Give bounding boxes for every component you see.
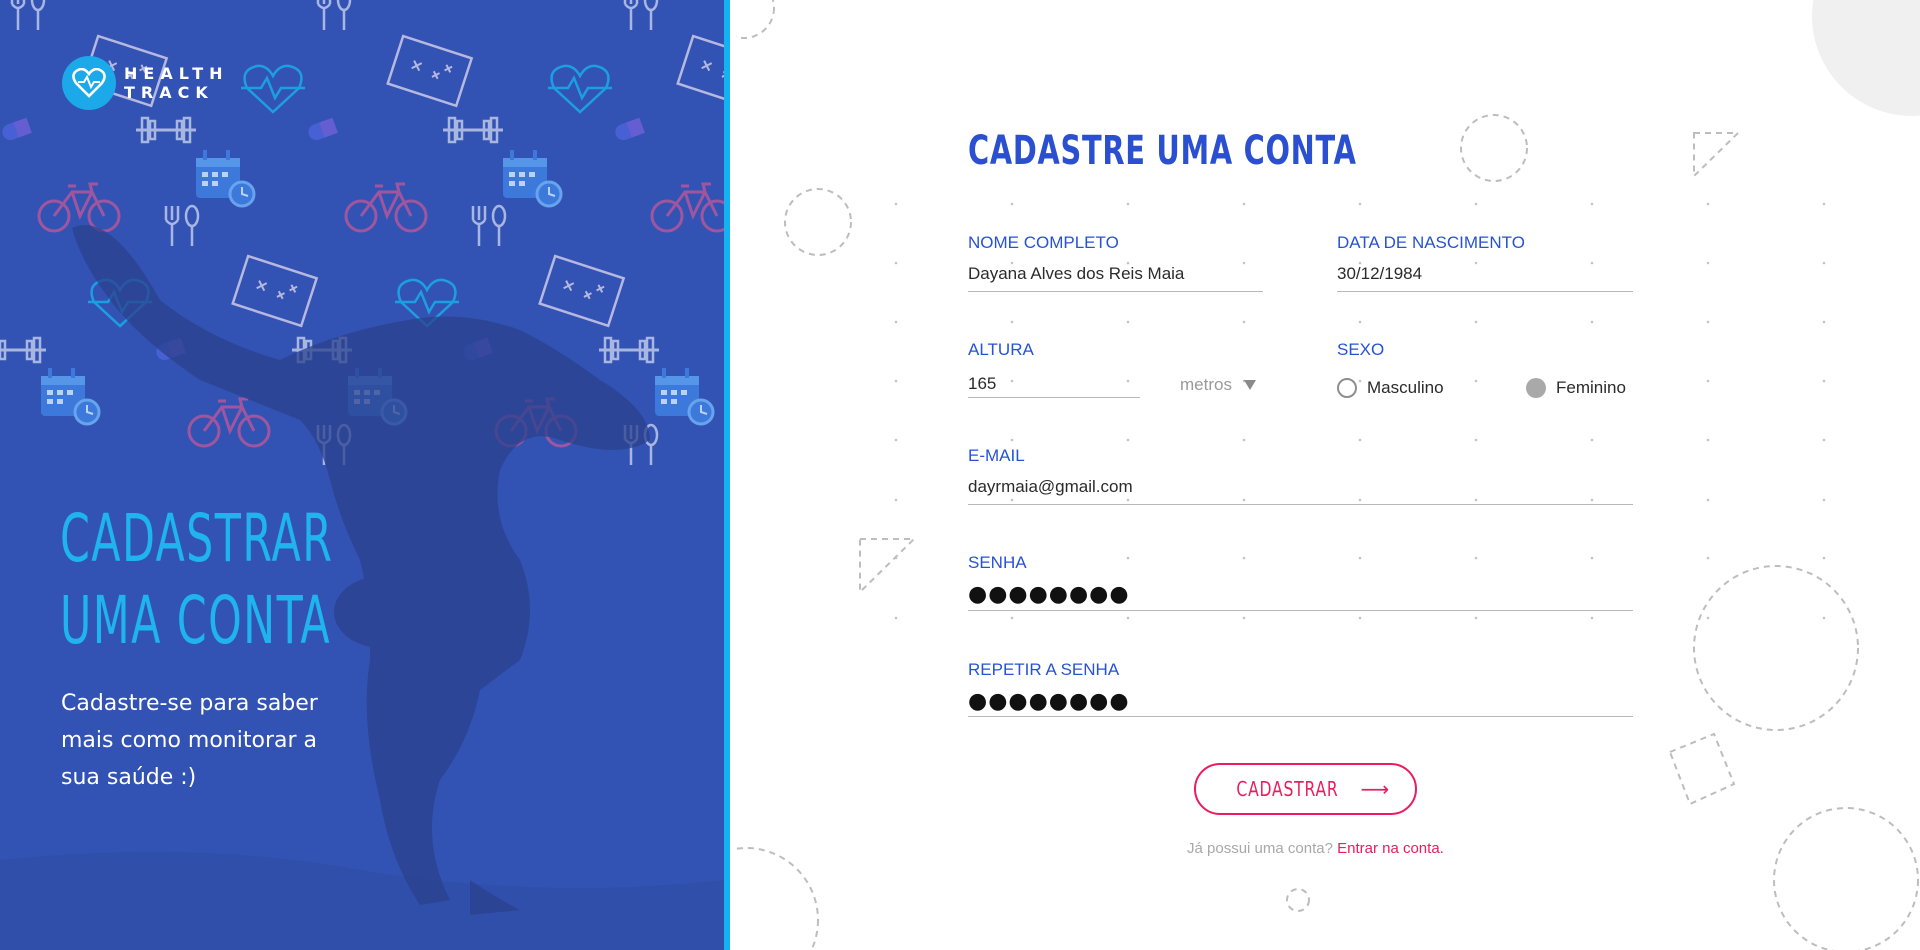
- birth-date-label: DATA DE NASCIMENTO: [1337, 233, 1525, 252]
- password-input[interactable]: ●●●●●●●●: [968, 582, 1130, 607]
- hero-subtitle: Cadastre-se para saber mais como monitor…: [61, 691, 318, 790]
- email-input[interactable]: dayrmaia@gmail.com: [968, 477, 1133, 497]
- birth-date-underline: [1337, 291, 1633, 292]
- brand-line-2: TRACK: [124, 83, 214, 102]
- repeat-password-underline: [968, 716, 1633, 717]
- panel-divider-stripe: [724, 0, 730, 950]
- login-prompt-text: Já possui uma conta?: [1187, 840, 1333, 857]
- register-button-label: CADASTRAR: [1236, 777, 1339, 801]
- sex-option-label: Masculino: [1367, 378, 1444, 397]
- sex-label: SEXO: [1337, 340, 1385, 359]
- brand-name: HEALTH TRACK: [124, 64, 229, 102]
- brand-line-1: HEALTH: [124, 64, 229, 83]
- height-label: ALTURA: [968, 340, 1034, 359]
- birth-date-input[interactable]: 30/12/1984: [1337, 264, 1422, 284]
- register-button[interactable]: CADASTRAR ⟶: [1194, 763, 1417, 815]
- login-link[interactable]: Entrar na conta.: [1337, 840, 1444, 857]
- repeat-password-input[interactable]: ●●●●●●●●: [968, 689, 1130, 714]
- password-underline: [968, 610, 1633, 611]
- login-prompt: Já possui uma conta? Entrar na conta.: [1187, 840, 1444, 857]
- heart-pulse-icon: [62, 56, 116, 110]
- hero-title-line-2: UMA CONTA: [60, 582, 332, 659]
- full-name-label: NOME COMPLETO: [968, 233, 1119, 252]
- full-name-underline: [968, 291, 1263, 292]
- email-label: E-MAIL: [968, 446, 1025, 465]
- height-unit-value: metros: [1180, 375, 1232, 394]
- repeat-password-label: REPETIR A SENHA: [968, 660, 1120, 679]
- sex-option-feminino[interactable]: Feminino: [1526, 378, 1626, 398]
- full-name-input[interactable]: Dayana Alves dos Reis Maia: [968, 264, 1184, 284]
- sex-option-label: Feminino: [1556, 378, 1626, 397]
- hero-title-line-1: CADASTRAR: [60, 500, 334, 577]
- health-track-logo[interactable]: HEALTH TRACK: [62, 56, 229, 110]
- height-input[interactable]: 165: [968, 374, 996, 394]
- form-title: CADASTRE UMA CONTA: [968, 128, 1357, 174]
- password-label: SENHA: [968, 553, 1027, 572]
- height-unit-select[interactable]: metros: [1180, 372, 1260, 398]
- hero-title: CADASTRAR UMA CONTA: [60, 498, 333, 662]
- email-underline: [968, 504, 1633, 505]
- arrow-right-icon: ⟶: [1360, 777, 1390, 801]
- sex-option-masculino[interactable]: Masculino: [1337, 378, 1444, 398]
- radio-unchecked-icon: [1337, 378, 1357, 398]
- radio-checked-icon: [1526, 378, 1546, 398]
- athlete-handstand-photo: [0, 0, 724, 950]
- left-panel: HEALTH TRACK CADASTRAR UMA CONTA Cadastr…: [0, 0, 730, 950]
- caret-down-icon: [1243, 380, 1256, 390]
- height-underline: [968, 397, 1140, 398]
